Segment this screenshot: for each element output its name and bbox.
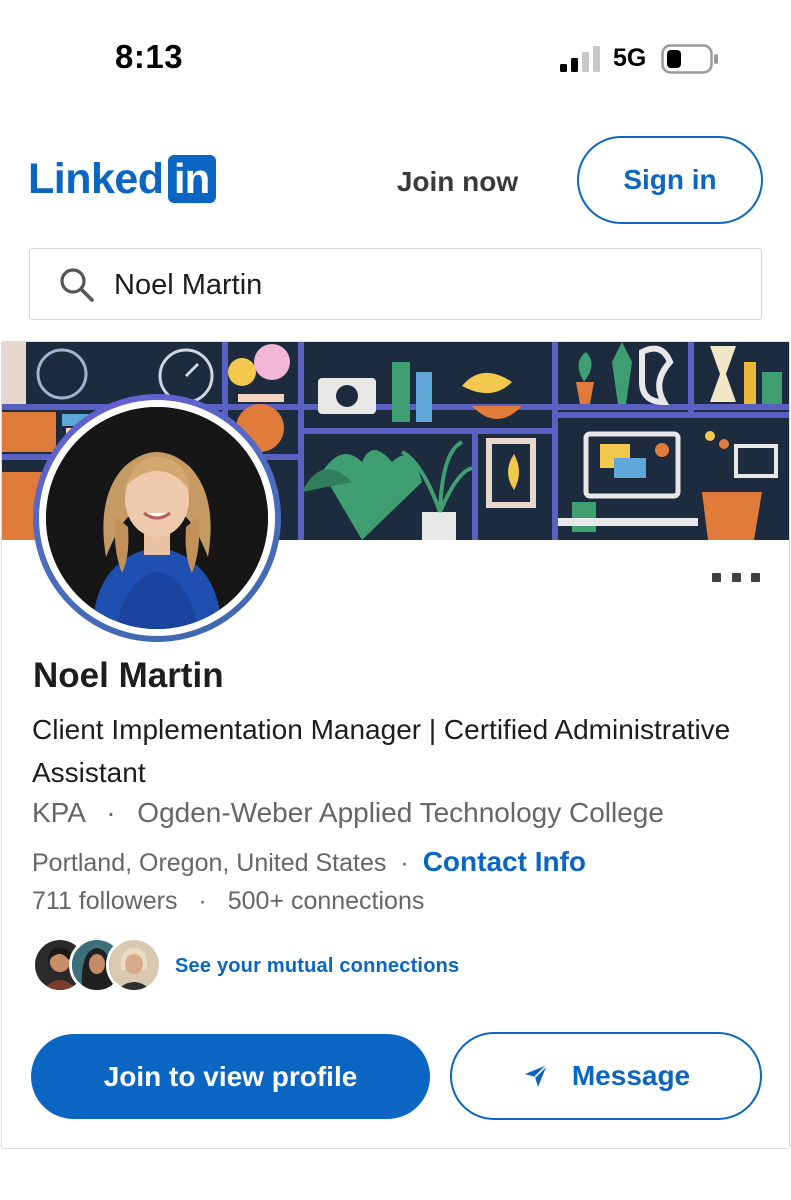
profile-headline: Client Implementation Manager | Certifie… xyxy=(32,714,731,788)
followers-count: 711 followers xyxy=(32,887,178,915)
message-button[interactable]: Message xyxy=(450,1032,762,1120)
join-now-link[interactable]: Join now xyxy=(380,160,535,204)
search-icon xyxy=(60,268,94,302)
profile-avatar[interactable] xyxy=(46,407,268,629)
send-icon xyxy=(524,1064,548,1087)
more-icon-dot xyxy=(731,572,741,582)
network-type: 5G xyxy=(613,44,647,72)
current-company[interactable]: KPA xyxy=(32,797,84,828)
logo-in-box: in xyxy=(167,155,216,203)
join-to-view-profile-button[interactable]: Join to view profile xyxy=(31,1034,430,1119)
profile-name: Noel Martin xyxy=(33,656,224,695)
separator-dot: · xyxy=(198,887,207,915)
mutual-avatar xyxy=(106,937,162,993)
education-school[interactable]: Ogden-Weber Applied Technology College xyxy=(137,797,664,828)
contact-info-link[interactable]: Contact Info xyxy=(423,846,586,878)
location-line: Portland, Oregon, United States · Contac… xyxy=(32,846,586,878)
experience-education-line: KPA · Ogden-Weber Applied Technology Col… xyxy=(32,797,664,829)
logo-wordmark: Linked xyxy=(28,155,164,203)
signal-icon xyxy=(560,46,600,72)
mutual-connections-avatars[interactable] xyxy=(32,937,162,993)
message-label: Message xyxy=(571,1060,691,1091)
mutual-connections-link[interactable]: See your mutual connections xyxy=(175,955,459,978)
sign-in-button[interactable]: Sign in xyxy=(577,136,763,224)
linkedin-logo[interactable]: Linked in xyxy=(28,155,216,203)
battery-icon xyxy=(661,44,718,74)
more-icon-dot xyxy=(751,572,760,582)
more-options-button[interactable] xyxy=(712,566,760,588)
profile-location: Portland, Oregon, United States xyxy=(32,849,387,877)
status-time: 8:13 xyxy=(115,38,184,75)
network-stats-line: 711 followers · 500+ connections xyxy=(32,887,424,916)
profile-photo xyxy=(46,407,268,629)
connections-count: 500+ connections xyxy=(227,887,425,915)
more-icon-dot xyxy=(712,572,721,582)
separator-dot: · xyxy=(106,797,116,828)
search-input[interactable] xyxy=(114,264,714,306)
separator-dot: · xyxy=(400,849,409,877)
